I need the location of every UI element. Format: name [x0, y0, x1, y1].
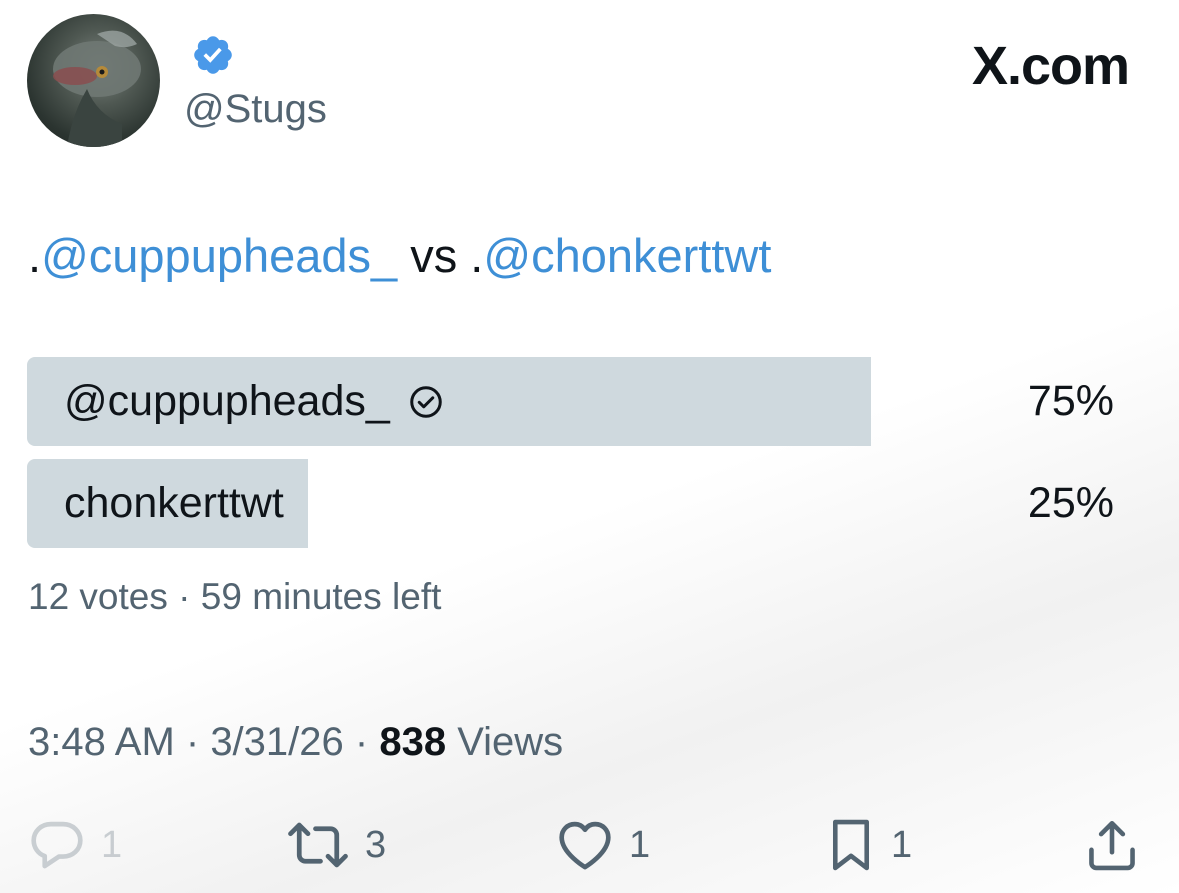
tweet-time[interactable]: 3:48 AM — [28, 720, 175, 764]
poll-option: @cuppupheads_ 75% — [27, 357, 1127, 446]
selected-check-icon — [410, 385, 442, 418]
retweet-button[interactable]: 3 — [285, 812, 386, 878]
retweet-count: 3 — [365, 823, 387, 866]
tweet-timestamp: 3:48 AM · 3/31/26 · 838 Views — [28, 718, 563, 766]
tweet-text-prefix: . — [28, 229, 42, 282]
action-bar: 1 3 1 1 — [0, 812, 1179, 878]
verified-badge-icon — [194, 36, 232, 74]
poll-meta-separator: · — [167, 576, 201, 617]
heart-icon — [559, 821, 611, 870]
tweet-text-middle: vs . — [397, 229, 484, 282]
views-count[interactable]: 838 — [379, 720, 446, 764]
poll-option-label: chonkerttwt — [64, 459, 284, 548]
author-handle[interactable]: @Stugs — [184, 86, 327, 132]
poll-option: chonkerttwt 25% — [27, 459, 1127, 548]
avatar-image — [53, 30, 141, 147]
views-label[interactable]: Views — [446, 720, 563, 764]
retweet-icon — [288, 822, 348, 868]
poll-meta: 12 votes · 59 minutes left — [28, 575, 441, 619]
timestamp-separator: · — [174, 720, 211, 764]
like-button[interactable]: 1 — [555, 812, 650, 878]
author-avatar[interactable] — [27, 14, 160, 147]
bookmark-count: 1 — [891, 823, 913, 866]
mention-link-chonkerttwt[interactable]: @chonkerttwt — [483, 229, 771, 282]
like-count: 1 — [629, 823, 651, 866]
poll-option-percent: 75% — [1027, 377, 1114, 425]
poll-option-percent: 25% — [1027, 479, 1114, 527]
reply-count: 1 — [101, 823, 123, 866]
reply-icon — [31, 821, 83, 869]
tweet-text: .@cuppupheads_ vs .@chonkerttwt — [28, 228, 771, 284]
tweet-date[interactable]: 3/31/26 — [210, 720, 343, 764]
poll-option-label: @cuppupheads_ — [64, 357, 444, 446]
poll-option-text: chonkerttwt — [64, 479, 284, 527]
mention-link-cuppupheads[interactable]: @cuppupheads_ — [41, 229, 397, 282]
bookmark-icon — [832, 819, 870, 871]
share-icon — [1089, 820, 1135, 871]
share-button[interactable] — [1084, 812, 1140, 878]
timestamp-separator: · — [343, 720, 380, 764]
bookmark-button[interactable]: 1 — [825, 812, 912, 878]
poll-option-text: @cuppupheads_ — [64, 377, 390, 425]
poll-time-left: 59 minutes left — [200, 576, 442, 617]
poll-votes: 12 votes — [28, 576, 168, 617]
reply-button[interactable]: 1 — [27, 812, 122, 878]
brand-watermark: X.com — [971, 36, 1130, 96]
